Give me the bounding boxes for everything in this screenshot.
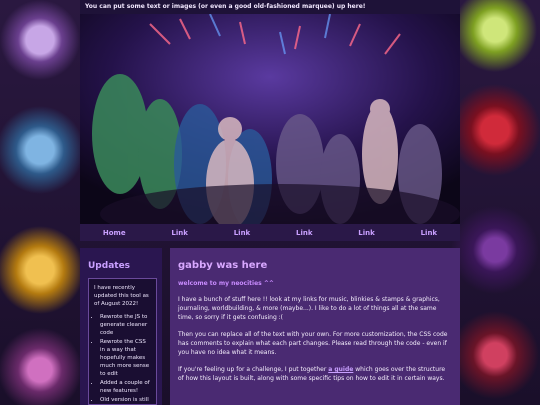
nav-link-1[interactable]: Link — [171, 229, 188, 237]
paragraph-3: If you're feeling up for a challenge, I … — [178, 365, 452, 383]
page-title: gabby was here — [178, 260, 268, 271]
marquee-bar: You can put some text or images (or even… — [80, 0, 460, 14]
nav-link-5[interactable]: Link — [421, 229, 438, 237]
nav-link-3[interactable]: Link — [296, 229, 313, 237]
paragraph-2: Then you can replace all of the text wit… — [178, 331, 448, 356]
nav-link-2[interactable]: Link — [234, 229, 251, 237]
paragraph-1: I have a bunch of stuff here !! look at … — [178, 296, 440, 321]
sidebar-title: Updates — [88, 261, 131, 271]
updates-list: Rewrote the JS to generate cleaner code … — [94, 313, 151, 405]
main-content: gabby was here welcome to my neocities ^… — [170, 248, 460, 405]
updates-box: I have recently updated this tool as of … — [88, 278, 157, 405]
nav-link-4[interactable]: Link — [358, 229, 375, 237]
paragraph-3-prefix: If you're feeling up for a challenge, I … — [178, 366, 329, 373]
nav-bar: Home Link Link Link Link Link — [80, 224, 460, 241]
marquee-text: You can put some text or images (or even… — [85, 3, 366, 10]
nav-link-home[interactable]: Home — [103, 229, 126, 237]
page-subtitle: welcome to my neocities ^^ — [178, 280, 274, 287]
list-item: Added a couple of new features! — [100, 379, 151, 395]
page-container: You can put some text or images (or even… — [80, 0, 460, 405]
guide-link[interactable]: a guide — [328, 366, 353, 373]
header-image — [80, 14, 460, 224]
list-item: Rewrote the CSS in a way that hopefully … — [100, 338, 151, 378]
updates-intro: I have recently updated this tool as of … — [94, 285, 149, 307]
list-item: Rewrote the JS to generate cleaner code — [100, 313, 151, 337]
old-version-text: Old version is still available — [100, 397, 149, 403]
sidebar: Updates I have recently updated this too… — [80, 248, 162, 405]
list-item: Old version is still available here — [100, 396, 151, 405]
